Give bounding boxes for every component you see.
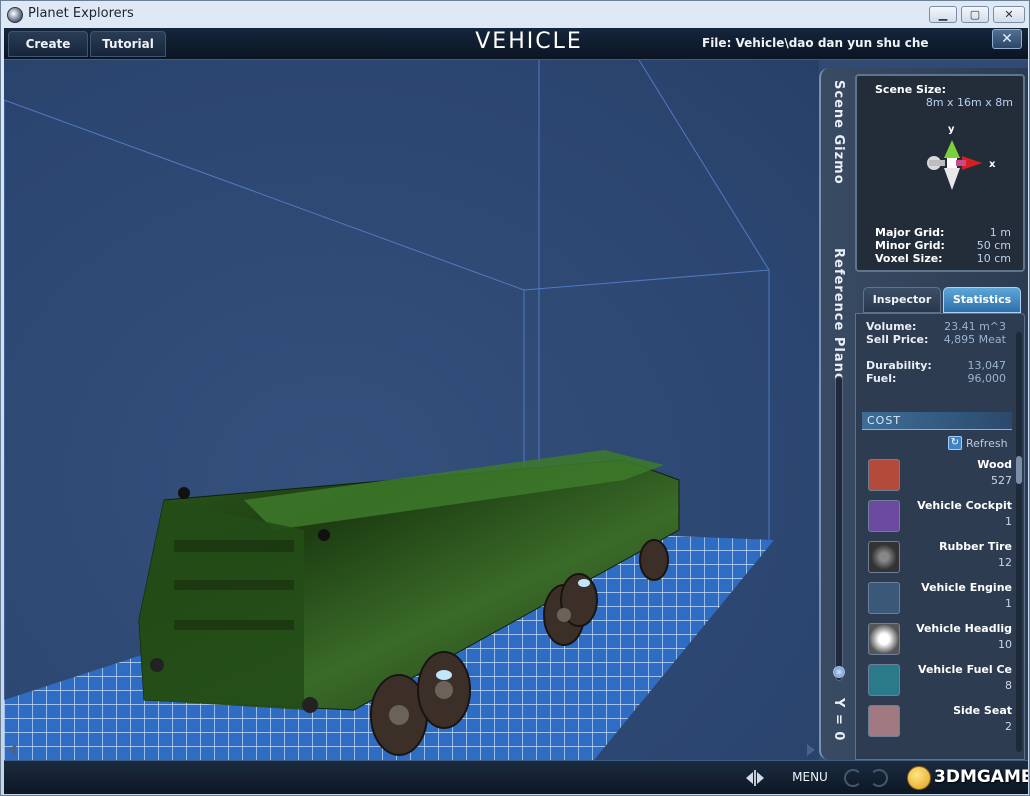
rotate-right-arrow-icon xyxy=(807,744,815,756)
cost-item-name: Side Seat xyxy=(953,704,1012,717)
voxel-size-value: 10 cm xyxy=(976,252,1011,265)
tire-icon xyxy=(868,541,900,573)
cost-item-vehicle-cockpit: Vehicle Cockpit 1 xyxy=(862,497,1012,535)
menu-button[interactable]: MENU xyxy=(782,770,838,784)
cost-item-qty: 1 xyxy=(1005,597,1012,610)
cost-item-qty: 1 xyxy=(1005,515,1012,528)
game-client-area: Create Tutorial VEHICLE File: Vehicle\da… xyxy=(4,28,1028,794)
cost-section-header: COST xyxy=(862,412,1012,430)
durability-label: Durability: xyxy=(866,359,932,372)
sell-price-value: 4,895 Meat xyxy=(943,333,1006,346)
volume-value: 23.41 m^3 xyxy=(944,320,1006,333)
fuel-label: Fuel: xyxy=(866,372,897,385)
cost-item-vehicle-headlight: Vehicle Headlig 10 xyxy=(862,620,1012,658)
watermark-text: 3DMGAME xyxy=(934,767,1028,787)
cost-item-name: Rubber Tire xyxy=(939,540,1012,553)
voxel-size-label: Voxel Size: xyxy=(875,252,943,265)
major-grid-label: Major Grid: xyxy=(875,226,945,239)
scrollbar-thumb[interactable] xyxy=(1016,456,1022,484)
tab-inspector[interactable]: Inspector xyxy=(863,287,941,313)
bottom-toolbar: MENU 3DMGAME xyxy=(4,760,1028,794)
mirror-icon[interactable] xyxy=(744,770,766,786)
planet-icon xyxy=(7,7,23,23)
cost-item-qty: 527 xyxy=(991,474,1012,487)
scene-gizmo-box: Scene Size: 8m x 16m x 8m y x Major Grid… xyxy=(855,74,1025,272)
title-bar[interactable]: Planet Explorers ▁ ▢ ✕ xyxy=(1,1,1030,29)
cost-item-qty: 2 xyxy=(1005,720,1012,733)
minimize-button[interactable]: ▁ xyxy=(929,6,957,23)
watermark-logo-icon xyxy=(907,766,931,790)
minor-grid-label: Minor Grid: xyxy=(875,239,945,252)
cost-item-name: Vehicle Engine xyxy=(921,581,1012,594)
volume-label: Volume: xyxy=(866,320,917,333)
file-path-label: File: Vehicle\dao dan yun shu che xyxy=(702,36,929,50)
refresh-icon[interactable]: ↻ xyxy=(948,436,962,450)
statistics-scrollbar[interactable] xyxy=(1016,332,1022,752)
cost-item-vehicle-engine: Vehicle Engine 1 xyxy=(862,579,1012,617)
statistics-panel: Volume: 23.41 m^3 Sell Price: 4,895 Meat… xyxy=(855,313,1025,760)
undo-icon[interactable] xyxy=(844,769,862,787)
reference-plane-y-value: Y = 0 xyxy=(831,698,846,742)
durability-value: 13,047 xyxy=(967,359,1007,372)
seat-icon xyxy=(868,705,900,737)
close-window-button[interactable]: ✕ xyxy=(993,6,1025,23)
cost-item-rubber-tire: Rubber Tire 12 xyxy=(862,538,1012,576)
cost-item-vehicle-fuel-cell: Vehicle Fuel Ce 8 xyxy=(862,661,1012,699)
engine-icon xyxy=(868,582,900,614)
editor-mode-title: VEHICLE xyxy=(475,29,583,54)
cost-item-name: Vehicle Cockpit xyxy=(917,499,1012,512)
axis-gizmo-icon[interactable]: y x xyxy=(907,118,997,208)
editor-top-bar: Create Tutorial VEHICLE File: Vehicle\da… xyxy=(4,28,1028,60)
reference-plane-slider[interactable] xyxy=(833,376,845,681)
cost-item-name: Wood xyxy=(977,458,1012,471)
fuel-value: 96,000 xyxy=(967,372,1007,385)
reference-plane-label[interactable]: Reference Plane xyxy=(831,248,846,383)
close-editor-button[interactable]: ✕ xyxy=(992,29,1022,49)
cost-item-qty: 12 xyxy=(998,556,1012,569)
refresh-button[interactable]: Refresh xyxy=(966,437,1008,450)
cost-item-side-seat: Side Seat 2 xyxy=(862,702,1012,740)
app-window: Planet Explorers ▁ ▢ ✕ Create Tutorial V… xyxy=(0,0,1030,796)
fuel-cell-icon xyxy=(868,664,900,696)
scene-size-value: 8m x 16m x 8m xyxy=(925,96,1013,109)
tab-statistics[interactable]: Statistics xyxy=(943,287,1021,313)
scene-gizmo-label[interactable]: Scene Gizmo xyxy=(831,80,846,185)
tab-create[interactable]: Create xyxy=(8,31,88,57)
window-title: Planet Explorers xyxy=(28,6,134,21)
cost-item-name: Vehicle Fuel Ce xyxy=(918,663,1012,676)
sell-price-label: Sell Price: xyxy=(866,333,929,346)
cost-item-qty: 10 xyxy=(998,638,1012,651)
side-panel: Scene Gizmo Reference Plane Y = 0 Scene … xyxy=(819,68,1028,760)
major-grid-value: 1 m xyxy=(989,226,1011,239)
cost-item-qty: 8 xyxy=(1005,679,1012,692)
scene-size-label: Scene Size: xyxy=(875,83,946,96)
cost-item-wood: Wood 527 xyxy=(862,456,1012,494)
axis-x-label: x xyxy=(989,159,996,170)
3d-viewport[interactable] xyxy=(4,60,819,760)
wood-icon xyxy=(868,459,900,491)
tab-tutorial[interactable]: Tutorial xyxy=(90,31,166,57)
cost-item-name: Vehicle Headlig xyxy=(916,622,1012,635)
scene-render xyxy=(4,60,815,760)
axis-y-label: y xyxy=(948,124,955,135)
reference-plane-slider-knob[interactable] xyxy=(833,666,845,678)
headlight-icon xyxy=(868,623,900,655)
cockpit-icon xyxy=(868,500,900,532)
redo-icon[interactable] xyxy=(870,769,888,787)
minor-grid-value: 50 cm xyxy=(976,239,1011,252)
maximize-button[interactable]: ▢ xyxy=(961,6,989,23)
